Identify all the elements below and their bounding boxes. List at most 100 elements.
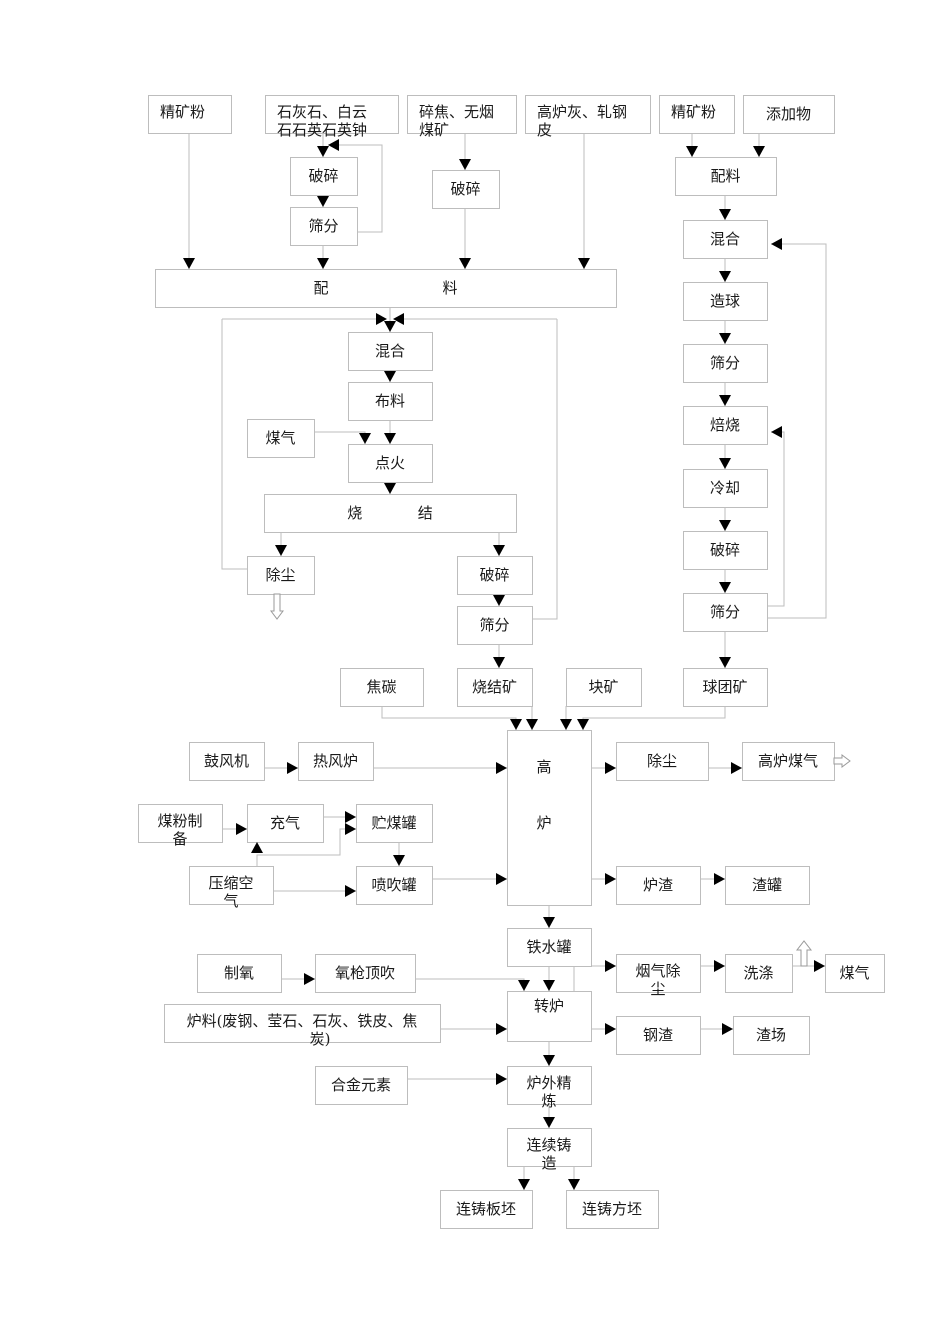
connector-line bbox=[415, 978, 525, 991]
process-box-lliao: 炉料(废钢、莹石、石灰、铁皮、焦炭) bbox=[164, 1004, 441, 1048]
process-box-sf1: 筛分 bbox=[290, 207, 358, 246]
process-box-sf_r1: 筛分 bbox=[683, 344, 768, 383]
arrowhead-icon bbox=[714, 873, 725, 885]
arrowhead-icon bbox=[384, 321, 396, 332]
arrowhead-icon bbox=[359, 433, 371, 444]
arrowhead-icon bbox=[577, 719, 589, 730]
box-label: 点火 bbox=[375, 454, 405, 472]
arrowhead-icon bbox=[493, 657, 505, 668]
arrowhead-icon bbox=[753, 146, 765, 157]
arrowhead-icon bbox=[393, 855, 405, 866]
arrowhead-icon bbox=[345, 823, 356, 835]
box-label: 高 bbox=[536, 758, 551, 776]
arrowhead-icon bbox=[384, 371, 396, 382]
box-label: 备 bbox=[172, 830, 187, 848]
arrowhead-icon bbox=[496, 873, 507, 885]
arrowhead-icon bbox=[814, 960, 825, 972]
box-label: 石石英石英钟 bbox=[277, 121, 367, 139]
process-box-cc2: 除尘 bbox=[616, 742, 709, 781]
process-box-mq: 煤气 bbox=[247, 419, 315, 458]
box-label: 造球 bbox=[710, 292, 740, 310]
box-label: 炉 bbox=[536, 814, 551, 832]
arrowhead-icon bbox=[496, 762, 507, 774]
process-box-bl: 布料 bbox=[348, 382, 433, 421]
process-box-gl: 高炉 bbox=[507, 730, 592, 906]
arrowhead-icon bbox=[719, 657, 731, 668]
box-label: 充气 bbox=[270, 814, 300, 832]
process-box-glh: 高炉灰、轧钢皮 bbox=[525, 95, 651, 139]
box-label: 皮 bbox=[537, 121, 552, 139]
process-box-ps2: 破碎 bbox=[432, 170, 500, 209]
process-box-kk: 块矿 bbox=[566, 668, 642, 707]
arrowhead-icon bbox=[251, 842, 263, 853]
box-label: 破碎 bbox=[450, 180, 480, 198]
box-label: 连续铸 bbox=[526, 1136, 571, 1154]
arrowhead-icon bbox=[287, 762, 298, 774]
arrowhead-icon bbox=[719, 209, 731, 220]
process-box-yqdc: 氧枪顶吹 bbox=[315, 954, 416, 993]
arrowhead-icon bbox=[560, 719, 572, 730]
process-box-lxzz: 连续铸造 bbox=[507, 1128, 592, 1172]
process-box-lz: 炉渣 bbox=[616, 866, 701, 905]
box-label: 炉渣 bbox=[643, 876, 673, 894]
process-box-zmg: 贮煤罐 bbox=[356, 804, 433, 843]
box-label: 冷却 bbox=[710, 479, 740, 497]
process-box-cq: 充气 bbox=[247, 804, 324, 843]
connector-line bbox=[573, 965, 616, 991]
connector-line bbox=[582, 706, 726, 730]
process-box-zg: 渣罐 bbox=[725, 866, 810, 905]
arrowhead-icon bbox=[686, 146, 698, 157]
arrowhead-icon bbox=[317, 196, 329, 207]
box-label: 气 bbox=[223, 892, 238, 910]
box-label: 合金元素 bbox=[331, 1076, 391, 1094]
box-label: 碎焦、无烟 bbox=[419, 103, 494, 121]
box-label: 焙烧 bbox=[710, 416, 740, 434]
box-label: 煤粉制 bbox=[157, 812, 202, 830]
arrowhead-icon bbox=[496, 1073, 507, 1085]
outflow-arrow-icon bbox=[833, 754, 851, 768]
process-box-dh: 点火 bbox=[348, 444, 433, 483]
outflow-arrow-icon bbox=[270, 593, 284, 620]
arrowhead-icon bbox=[714, 960, 725, 972]
box-label: 配 bbox=[313, 279, 328, 297]
process-box-lzfp: 连铸方坯 bbox=[566, 1190, 659, 1229]
box-label: 造 bbox=[541, 1154, 556, 1172]
process-box-zl: 转炉 bbox=[507, 991, 592, 1042]
process-box-yqcc: 烟气除尘 bbox=[616, 954, 701, 998]
arrowhead-icon bbox=[236, 823, 247, 835]
arrowhead-icon bbox=[543, 1055, 555, 1066]
box-label: 混合 bbox=[710, 230, 740, 248]
box-label: 制氧 bbox=[224, 964, 254, 982]
arrowhead-icon bbox=[731, 762, 742, 774]
box-label: 烧 bbox=[347, 504, 362, 522]
box-label: 鼓风机 bbox=[204, 752, 249, 770]
process-box-sf_r2: 筛分 bbox=[683, 593, 768, 632]
box-label: 石灰石、白云 bbox=[277, 103, 367, 121]
box-label: 添加物 bbox=[766, 105, 811, 123]
box-label: 钢渣 bbox=[643, 1026, 673, 1044]
arrowhead-icon bbox=[605, 873, 616, 885]
process-box-yskq: 压缩空气 bbox=[189, 866, 274, 910]
box-label: 炭) bbox=[310, 1030, 331, 1048]
arrowhead-icon bbox=[304, 973, 315, 985]
process-box-tsg: 铁水罐 bbox=[507, 928, 592, 967]
process-box-pcg: 喷吹罐 bbox=[356, 866, 433, 905]
arrowhead-icon bbox=[771, 426, 782, 438]
process-box-lwjl: 炉外精炼 bbox=[507, 1066, 592, 1110]
arrowhead-icon bbox=[510, 719, 522, 730]
arrowhead-icon bbox=[317, 146, 329, 157]
process-box-hh_right: 混合 bbox=[683, 220, 768, 259]
arrowhead-icon bbox=[605, 1023, 616, 1035]
box-label: 布料 bbox=[375, 392, 405, 410]
process-box-mq2: 煤气 bbox=[825, 954, 885, 993]
box-label: 压缩空 bbox=[208, 874, 253, 892]
arrowhead-icon bbox=[493, 595, 505, 606]
process-box-rfl: 热风炉 bbox=[298, 742, 374, 781]
arrowhead-icon bbox=[719, 520, 731, 531]
arrowhead-icon bbox=[317, 258, 329, 269]
box-label: 结 bbox=[418, 504, 433, 522]
arrowhead-icon bbox=[328, 139, 339, 151]
arrowhead-icon bbox=[605, 960, 616, 972]
connector-line bbox=[767, 431, 785, 607]
exhaust-arrow-icon bbox=[795, 940, 813, 967]
